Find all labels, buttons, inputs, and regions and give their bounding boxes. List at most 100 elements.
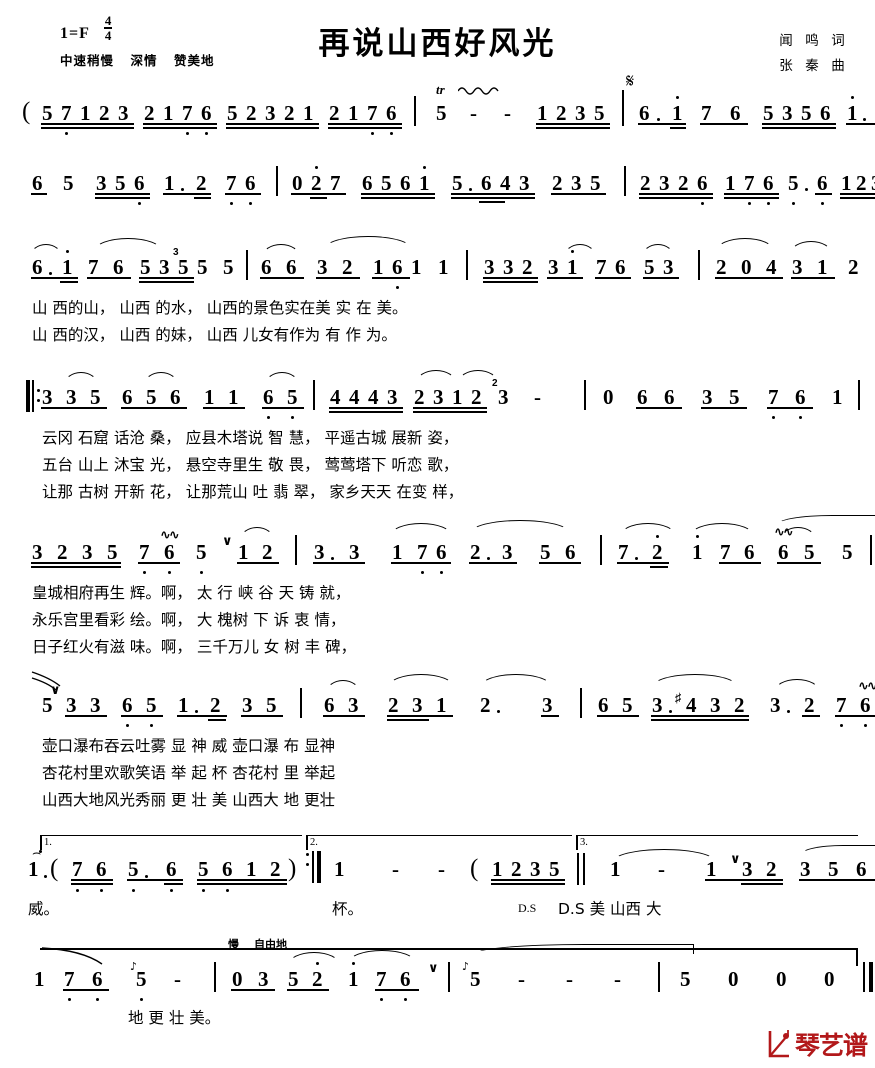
octave-dot-low	[168, 571, 171, 574]
breath-mark-icon: ∨	[730, 851, 741, 866]
note: 7	[768, 385, 779, 409]
note: 6	[860, 693, 871, 717]
beam	[479, 201, 505, 203]
final-barline	[869, 962, 873, 992]
note: 5	[644, 255, 655, 279]
note: 3	[571, 171, 582, 195]
beam	[63, 989, 109, 991]
slur	[416, 370, 456, 383]
lyric-line: 让那 古树 开新 花， 让那荒山 吐 翡 翠， 家乡天天 在变 样，	[42, 483, 464, 501]
slur	[240, 527, 274, 540]
double-barline	[583, 853, 585, 885]
note: 6	[744, 540, 755, 564]
note: 6	[795, 385, 806, 409]
beam	[483, 281, 538, 283]
score-page: 1=F 4 4 中速稍慢 深情 赞美地 再说山西好风光 闻鸣词 张秦曲 ( 5	[0, 0, 875, 1068]
note: 6	[615, 255, 626, 279]
octave-dot-low	[291, 416, 294, 419]
volta-1-label: 1.	[44, 837, 52, 848]
note: 2	[210, 693, 221, 717]
note: 6	[113, 255, 124, 279]
note: 5	[196, 540, 207, 564]
note: 5	[146, 693, 157, 717]
augmentation-dot	[635, 557, 638, 560]
note: 6	[324, 693, 335, 717]
note: 2	[804, 693, 815, 717]
note: 0	[741, 255, 752, 279]
octave-dot-high	[316, 962, 319, 965]
lyricist-role: 词	[831, 33, 845, 48]
slur	[324, 236, 412, 249]
breath-mark-icon: ∨	[428, 960, 439, 975]
ds-label: D.S	[518, 901, 537, 915]
note: 2	[678, 171, 689, 195]
beam	[762, 123, 836, 125]
note: 6	[639, 101, 650, 125]
augmentation-dot	[657, 118, 660, 121]
octave-dot-low	[143, 571, 146, 574]
note: 0	[232, 967, 243, 991]
note: 6	[263, 385, 274, 409]
barline	[580, 688, 582, 718]
note: 1	[348, 101, 359, 125]
barline	[584, 380, 586, 410]
note: 3	[530, 857, 541, 881]
note: 3	[258, 967, 269, 991]
barline	[858, 380, 860, 410]
lyric-line: 壶口瀑布吞云吐雾 显 神 威 壶口瀑 布 显神	[42, 737, 336, 755]
volta-2-bracket: 2.	[306, 835, 572, 850]
note: 3	[502, 540, 513, 564]
beam	[650, 566, 668, 568]
octave-dot-high	[352, 962, 355, 965]
beam	[767, 407, 813, 409]
note: 4	[686, 693, 697, 717]
beam	[539, 562, 581, 564]
note: 7	[836, 693, 847, 717]
barline	[600, 535, 602, 565]
note: 3	[498, 385, 509, 409]
note: 3	[118, 101, 129, 125]
slur	[716, 238, 774, 251]
note: 6	[32, 255, 43, 279]
lyricist-credit: 闻鸣词	[773, 28, 851, 53]
beam	[741, 883, 783, 885]
beam	[310, 197, 327, 199]
note: 1	[392, 540, 403, 564]
beam	[451, 193, 535, 195]
beam	[491, 879, 565, 881]
barline	[276, 166, 278, 196]
beam	[701, 407, 747, 409]
note: 5	[436, 101, 447, 125]
beam	[387, 715, 453, 717]
note: 2	[766, 857, 777, 881]
volta-bracket-row: 1. 2. 3.	[18, 835, 858, 851]
note: 1	[62, 255, 73, 279]
beam	[483, 277, 538, 279]
segno-icon: 𝄋	[626, 70, 635, 92]
octave-dot-low	[150, 724, 153, 727]
note: 3	[317, 255, 328, 279]
beam	[791, 277, 835, 279]
note: 3	[484, 255, 495, 279]
note: 2	[511, 857, 522, 881]
octave-dot-low	[864, 724, 867, 727]
barline	[658, 962, 660, 992]
note: 6	[170, 385, 181, 409]
note: 5	[828, 857, 839, 881]
note: 3	[800, 857, 811, 881]
note: 5	[452, 171, 463, 195]
lyric-line: 地 更 壮 美。	[128, 1009, 221, 1027]
note: 2	[556, 101, 567, 125]
note: 2	[522, 255, 533, 279]
octave-dot-low	[100, 889, 103, 892]
beam	[724, 197, 779, 199]
note: 5	[470, 967, 481, 991]
augmentation-dot	[181, 188, 184, 191]
note: 5	[107, 540, 118, 564]
open-paren: (	[50, 855, 59, 882]
note: 3	[433, 385, 444, 409]
open-paren: (	[470, 855, 479, 882]
octave-dot-low	[65, 132, 68, 135]
beam	[241, 715, 283, 717]
octave-dot-low	[267, 416, 270, 419]
